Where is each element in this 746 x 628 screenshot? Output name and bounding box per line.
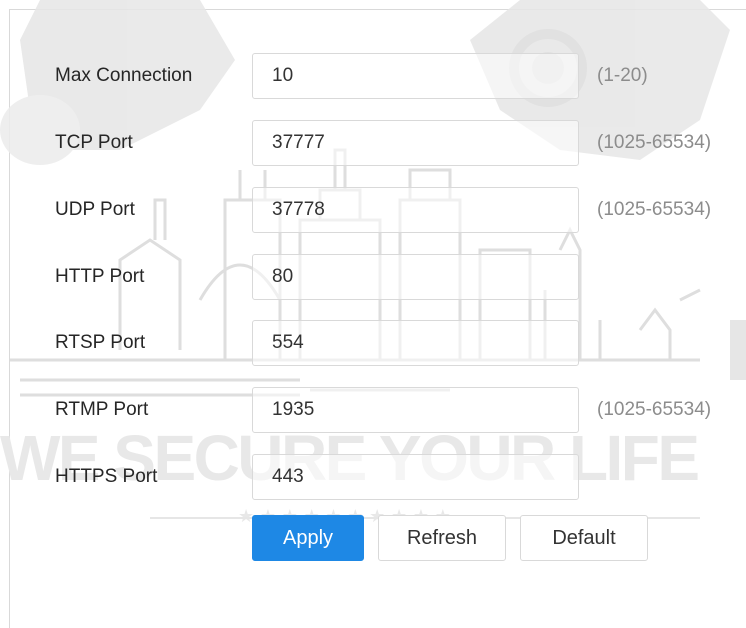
rtmp-port-range-hint: (1025-65534)	[597, 399, 712, 420]
max-connection-range-hint: (1-20)	[597, 65, 648, 86]
http-port-input[interactable]	[252, 254, 579, 300]
refresh-button[interactable]: Refresh	[378, 515, 506, 561]
form-row-http-port: HTTP Port	[0, 254, 746, 300]
form-row-rtmp-port: RTMP Port (1025-65534)	[0, 387, 746, 433]
udp-port-range-hint: (1025-65534)	[597, 199, 712, 220]
max-connection-input[interactable]	[252, 53, 579, 99]
form-row-rtsp-port: RTSP Port	[0, 320, 746, 366]
form-row-tcp-port: TCP Port (1025-65534)	[0, 120, 746, 166]
http-port-label: HTTP Port	[55, 266, 145, 287]
rtsp-port-label: RTSP Port	[55, 332, 146, 353]
tcp-port-label: TCP Port	[55, 132, 133, 153]
form-row-max-connection: Max Connection (1-20)	[0, 53, 746, 99]
form-row-https-port: HTTPS Port	[0, 454, 746, 500]
tcp-port-range-hint: (1025-65534)	[597, 132, 712, 153]
apply-button[interactable]: Apply	[252, 515, 364, 561]
max-connection-label: Max Connection	[55, 65, 193, 86]
udp-port-input[interactable]	[252, 187, 579, 233]
udp-port-label: UDP Port	[55, 199, 135, 220]
form-row-udp-port: UDP Port (1025-65534)	[0, 187, 746, 233]
rtmp-port-input[interactable]	[252, 387, 579, 433]
tcp-port-input[interactable]	[252, 120, 579, 166]
https-port-input[interactable]	[252, 454, 579, 500]
default-button[interactable]: Default	[520, 515, 648, 561]
rtsp-port-input[interactable]	[252, 320, 579, 366]
https-port-label: HTTPS Port	[55, 466, 158, 487]
rtmp-port-label: RTMP Port	[55, 399, 149, 420]
